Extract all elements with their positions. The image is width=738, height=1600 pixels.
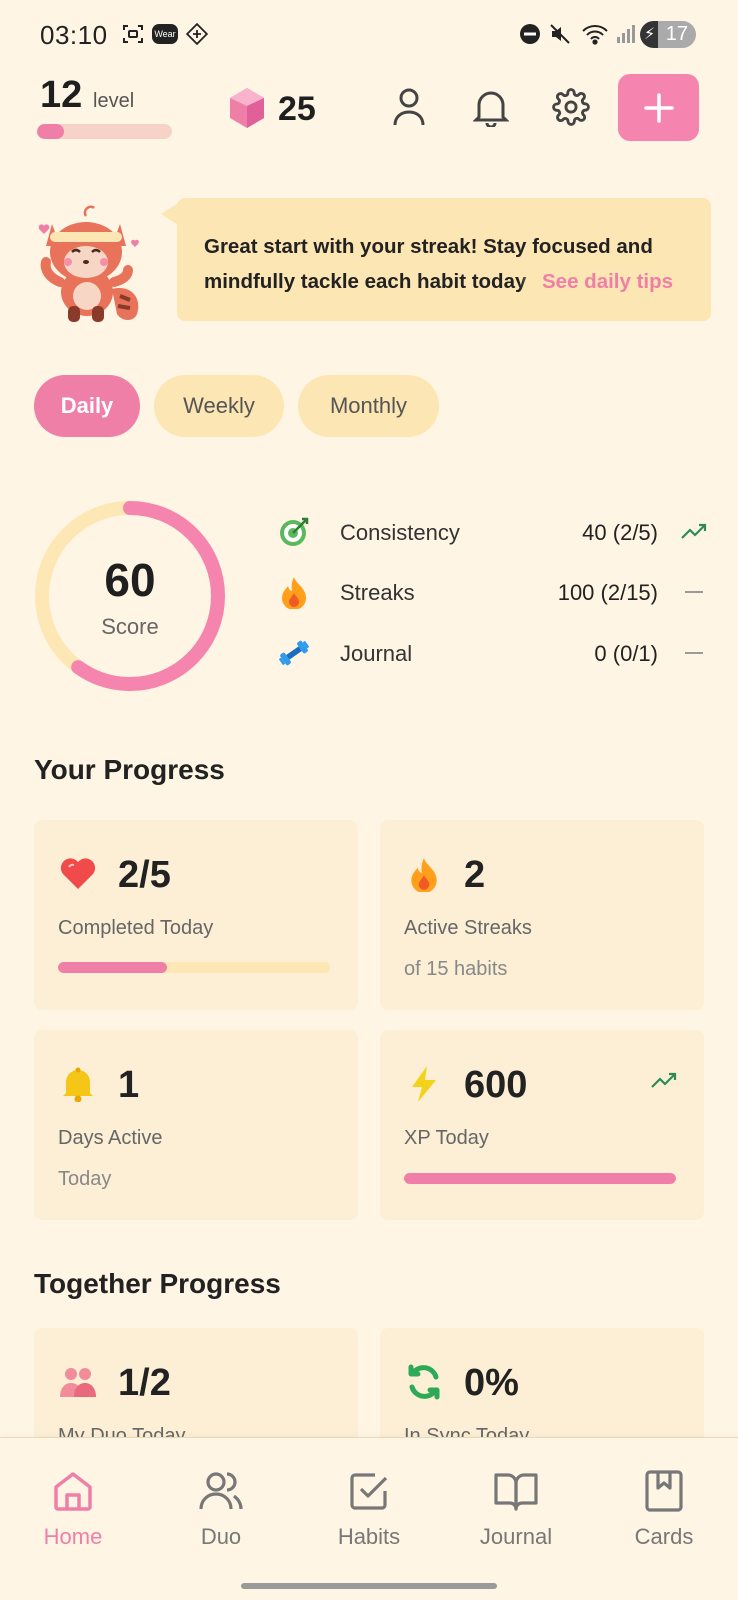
card-value: 1/2	[118, 1362, 171, 1404]
flame-icon	[278, 576, 310, 609]
card-value: 1	[118, 1064, 140, 1106]
tab-weekly[interactable]: Weekly	[154, 375, 284, 437]
heart-icon	[58, 854, 98, 894]
tip-line-1: Great start with your streak! Stay focus…	[204, 235, 653, 258]
metric-consistency-name: Consistency	[340, 520, 460, 545]
level-progress-fill	[37, 124, 64, 139]
people-icon	[58, 1362, 98, 1402]
battery-indicator: ⚡ 17	[640, 21, 696, 48]
battery-level: 17	[665, 23, 688, 45]
metric-streaks-name: Streaks	[340, 580, 415, 605]
days-active-card[interactable]: 1 Days Active Today	[34, 1030, 358, 1220]
bottom-nav: Home Duo Habits Journal Cards	[0, 1437, 738, 1600]
xp-progress-fill	[404, 1173, 676, 1184]
mute-icon	[548, 22, 572, 46]
nav-cards-label: Cards	[634, 1524, 694, 1549]
level-label: level	[93, 90, 135, 112]
gem-count: 25	[278, 90, 316, 128]
completed-today-card[interactable]: 2/5 Completed Today	[34, 820, 358, 1010]
gear-icon[interactable]	[550, 86, 592, 128]
card-value: 2	[464, 854, 486, 896]
nav-duo-label: Duo	[200, 1524, 242, 1549]
bell-icon[interactable]	[470, 86, 512, 128]
target-icon	[278, 516, 310, 548]
your-progress-title: Your Progress	[34, 754, 225, 785]
tab-daily[interactable]: Daily	[34, 375, 140, 437]
trend-flat-icon	[679, 643, 709, 663]
card-value: 2/5	[118, 854, 171, 896]
home-icon	[50, 1468, 96, 1514]
wifi-icon	[580, 22, 610, 46]
book-icon	[493, 1468, 539, 1514]
tip-text: Great start with your streak! Stay focus…	[204, 229, 694, 299]
metric-streaks-value: 100 (2/15)	[557, 580, 658, 605]
plus-icon	[643, 92, 674, 123]
card-label: Days Active	[58, 1127, 163, 1149]
red-panda-mascot	[32, 194, 147, 324]
add-button[interactable]	[618, 74, 699, 141]
score-label: Score	[101, 614, 159, 639]
wear-icon: Wear	[152, 22, 178, 46]
wear-label: Wear	[152, 24, 178, 44]
card-label: Active Streaks	[404, 917, 532, 939]
active-streaks-card[interactable]: 2 Active Streaks of 15 habits	[380, 820, 704, 1010]
flame-icon	[404, 854, 444, 894]
metric-journal-name: Journal	[340, 641, 413, 666]
score-value: 60	[104, 554, 156, 606]
together-progress-title: Together Progress	[34, 1268, 281, 1299]
lightning-icon	[404, 1064, 444, 1104]
nav-habits-label: Habits	[337, 1524, 401, 1549]
nav-duo[interactable]: Duo	[161, 1468, 281, 1550]
sync-icon	[404, 1362, 444, 1402]
xp-progress-bar	[404, 1173, 676, 1184]
metric-journal-value: 0 (0/1)	[594, 641, 658, 666]
home-indicator[interactable]	[241, 1583, 497, 1589]
gem-icon	[228, 86, 266, 130]
level-number: 12	[40, 74, 83, 116]
bell-icon	[58, 1064, 98, 1104]
checkbox-icon	[346, 1468, 392, 1514]
nav-journal[interactable]: Journal	[456, 1468, 576, 1550]
trend-flat-icon	[679, 582, 709, 602]
card-icon	[641, 1468, 687, 1514]
level-progress-bar	[37, 124, 172, 139]
profile-icon[interactable]	[388, 86, 430, 128]
card-value: 600	[464, 1064, 528, 1106]
nav-home-label: Home	[43, 1524, 103, 1549]
completed-progress-bar	[58, 962, 330, 973]
nav-journal-label: Journal	[479, 1524, 553, 1549]
card-value: 0%	[464, 1362, 519, 1404]
metric-consistency-value: 40 (2/5)	[582, 520, 658, 545]
card-sublabel: Today	[58, 1168, 112, 1190]
duo-icon	[198, 1468, 244, 1514]
signal-icon	[614, 22, 638, 46]
dumbbell-icon	[278, 637, 310, 669]
grid-diamond-icon	[184, 22, 210, 46]
dnd-icon	[518, 22, 542, 46]
card-sublabel: of 15 habits	[404, 958, 508, 980]
card-label: Completed Today	[58, 917, 214, 939]
trend-up-icon	[679, 522, 709, 542]
trend-up-icon	[650, 1072, 678, 1095]
bolt-icon: ⚡	[644, 26, 656, 43]
status-time: 03:10	[40, 20, 108, 50]
screenshot-icon	[120, 22, 146, 46]
nav-habits[interactable]: Habits	[309, 1468, 429, 1550]
nav-cards[interactable]: Cards	[604, 1468, 724, 1550]
tip-line-2: mindfully tackle each habit today	[204, 270, 527, 293]
completed-progress-fill	[58, 962, 167, 973]
nav-home[interactable]: Home	[13, 1468, 133, 1550]
card-label: XP Today	[404, 1127, 489, 1149]
tab-monthly[interactable]: Monthly	[298, 375, 439, 437]
xp-today-card[interactable]: 600 XP Today	[380, 1030, 704, 1220]
see-daily-tips-link[interactable]: See daily tips	[538, 264, 674, 299]
